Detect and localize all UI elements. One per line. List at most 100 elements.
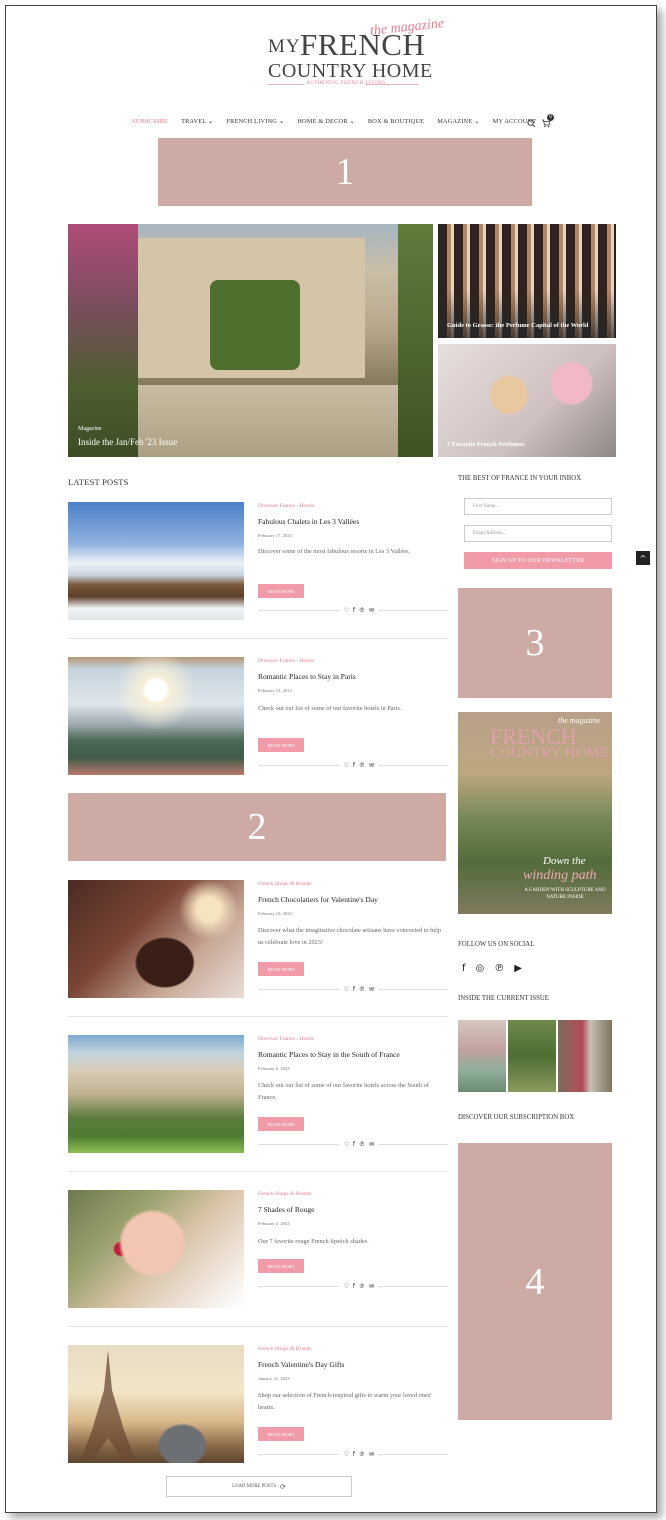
email-icon[interactable]: ✉ xyxy=(369,607,374,614)
pinterest-icon[interactable]: ℗ xyxy=(359,1283,365,1290)
featured-main-ivy xyxy=(398,224,433,457)
nav-item-french-living[interactable]: FRENCH LIVING ⌄ xyxy=(226,118,284,130)
post-category[interactable]: French Shops & Brands xyxy=(258,1191,312,1197)
share-bar: ♡ f ℗ ✉ xyxy=(258,607,448,614)
post-title[interactable]: Romantic Places to Stay in Paris xyxy=(258,672,356,681)
facebook-icon[interactable]: f xyxy=(353,607,355,614)
pinterest-icon[interactable]: ℗ xyxy=(359,1451,365,1458)
ad-slot-2[interactable]: 2 xyxy=(68,793,446,861)
social-icons: f ◎ ℗ ▶ xyxy=(462,963,522,974)
logo-country-home: COUNTRY HOME xyxy=(268,60,433,82)
facebook-icon[interactable]: f xyxy=(353,1451,355,1458)
logo-my: MY xyxy=(268,36,301,57)
refresh-icon: ⟳ xyxy=(280,1482,286,1491)
post-title[interactable]: French Chocolatiers for Valentine's Day xyxy=(258,895,378,904)
instagram-icon[interactable]: ◎ xyxy=(476,963,485,974)
post-thumbnail-chalets[interactable] xyxy=(68,502,244,620)
post-title[interactable]: Romantic Places to Stay in the South of … xyxy=(258,1050,400,1059)
cover-headline-1: Down the xyxy=(543,855,586,867)
email-field[interactable]: Email Address... xyxy=(464,525,612,542)
featured-main-shrub xyxy=(210,280,300,370)
pinterest-icon[interactable]: ℗ xyxy=(359,607,365,614)
post-category[interactable]: French Shops & Brands xyxy=(258,881,312,887)
post-date: February 17, 2023 xyxy=(258,533,292,538)
post-excerpt: Check out our list of some of our favori… xyxy=(258,705,402,712)
post-category[interactable]: Discover France › Hotels xyxy=(258,658,314,664)
read-more-button[interactable]: READ MORE xyxy=(258,1427,304,1441)
heart-icon[interactable]: ♡ xyxy=(343,1451,348,1458)
read-more-button[interactable]: READ MORE xyxy=(258,584,304,598)
ad-slot-1[interactable]: 1 xyxy=(158,138,532,206)
issue-image-3[interactable] xyxy=(558,1020,612,1092)
post-thumbnail-rouge[interactable] xyxy=(68,1190,244,1308)
load-more-button[interactable]: LOAD MORE POSTS ⟳ xyxy=(166,1476,352,1497)
featured-side-1-title[interactable]: Guide to Grasse: the Perfume Capital of … xyxy=(447,322,588,329)
share-bar: ♡ f ℗ ✉ xyxy=(258,986,448,993)
pinterest-icon[interactable]: ℗ xyxy=(359,986,365,993)
newsletter-signup-button[interactable]: SIGN UP TO OUR NEWSLETTER xyxy=(464,552,612,569)
issue-image-2[interactable] xyxy=(508,1020,556,1092)
post-divider xyxy=(68,1016,448,1017)
post-thumbnail-paris[interactable] xyxy=(68,657,244,775)
nav-item-home-decor[interactable]: HOME & DECOR ⌄ xyxy=(297,118,355,130)
cart-count-badge: 0 xyxy=(547,114,554,121)
post-excerpt: Our 7 favorite rouge French lipstick sha… xyxy=(258,1238,369,1245)
post-category[interactable]: French Shops & Brands xyxy=(258,1346,312,1352)
email-icon[interactable]: ✉ xyxy=(369,1451,374,1458)
first-name-field[interactable]: First Name... xyxy=(464,498,612,515)
ad-slot-3[interactable]: 3 xyxy=(458,588,612,698)
email-icon[interactable]: ✉ xyxy=(369,986,374,993)
heart-icon[interactable]: ♡ xyxy=(343,1283,348,1290)
nav-item-box-boutique[interactable]: BOX & BOUTIQUE xyxy=(368,118,424,130)
read-more-button[interactable]: READ MORE xyxy=(258,1259,304,1273)
read-more-button[interactable]: READ MORE xyxy=(258,1117,304,1131)
post-category[interactable]: Discover France › Hotels xyxy=(258,503,314,509)
nav-item-travel[interactable]: TRAVEL ⌄ xyxy=(181,118,213,130)
heart-icon[interactable]: ♡ xyxy=(343,762,348,769)
issue-image-1[interactable] xyxy=(458,1020,506,1092)
heart-icon[interactable]: ♡ xyxy=(343,986,348,993)
share-bar: ♡ f ℗ ✉ xyxy=(258,1283,448,1290)
featured-side-2-title[interactable]: 7 Favorite French Perfumes xyxy=(447,441,525,448)
nav-item-subscribe[interactable]: SUBSCRIBE xyxy=(132,118,168,130)
post-thumbnail-chocolate[interactable] xyxy=(68,880,244,998)
logo-rule-left xyxy=(268,84,304,85)
search-icon[interactable] xyxy=(527,119,536,128)
heart-icon[interactable]: ♡ xyxy=(343,607,348,614)
post-excerpt: Check out our list of some of our favori… xyxy=(258,1082,429,1101)
post-date: February 6, 2023 xyxy=(258,1066,290,1071)
youtube-icon[interactable]: ▶ xyxy=(514,963,522,974)
post-excerpt: Discover what the imaginative chocolate … xyxy=(258,927,442,946)
post-title[interactable]: 7 Shades of Rouge xyxy=(258,1205,314,1214)
facebook-icon[interactable]: f xyxy=(353,1283,355,1290)
post-excerpt: Shop our selection of French-inspired gi… xyxy=(258,1392,432,1411)
subscription-box-heading: DISCOVER OUR SUBSCRIPTION BOX xyxy=(458,1114,575,1121)
logo-rule-right xyxy=(366,84,418,85)
email-icon[interactable]: ✉ xyxy=(369,762,374,769)
featured-main-title[interactable]: Inside the Jan/Feb '23 Issue xyxy=(78,437,177,447)
ad-slot-4[interactable]: 4 xyxy=(458,1143,612,1420)
pinterest-icon[interactable]: ℗ xyxy=(359,1141,365,1148)
cover-headline-2: winding path xyxy=(523,868,597,883)
email-icon[interactable]: ✉ xyxy=(369,1141,374,1148)
scroll-to-top-button[interactable]: ^ xyxy=(636,551,650,565)
facebook-icon[interactable]: f xyxy=(353,1141,355,1148)
post-title[interactable]: Fabulous Chalets in Les 3 Vallées xyxy=(258,517,359,526)
post-date: January 31, 2023 xyxy=(258,1376,290,1381)
read-more-button[interactable]: READ MORE xyxy=(258,962,304,976)
facebook-icon[interactable]: f xyxy=(353,762,355,769)
current-issue-heading: INSIDE THE CURRENT ISSUE xyxy=(458,995,549,1002)
heart-icon[interactable]: ♡ xyxy=(343,1141,348,1148)
pinterest-icon[interactable]: ℗ xyxy=(494,963,504,974)
nav-item-magazine[interactable]: MAGAZINE ⌄ xyxy=(437,118,479,130)
post-category[interactable]: Discover France › Hotels xyxy=(258,1036,314,1042)
facebook-icon[interactable]: f xyxy=(462,963,466,974)
featured-main-category[interactable]: Magazine xyxy=(78,426,102,432)
featured-side-1-overlay xyxy=(438,290,616,338)
facebook-icon[interactable]: f xyxy=(353,986,355,993)
read-more-button[interactable]: READ MORE xyxy=(258,738,304,752)
email-icon[interactable]: ✉ xyxy=(369,1283,374,1290)
post-thumbnail-south-of-france[interactable] xyxy=(68,1035,244,1153)
pinterest-icon[interactable]: ℗ xyxy=(359,762,365,769)
post-title[interactable]: French Valentine's Day Gifts xyxy=(258,1360,344,1369)
